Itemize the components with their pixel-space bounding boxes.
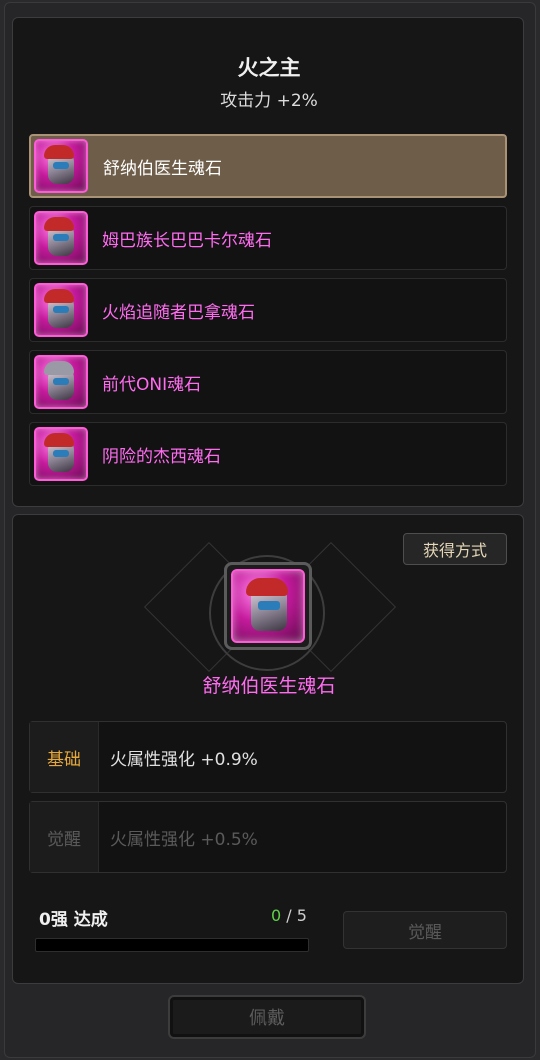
progress-max: 5 <box>296 906 307 925</box>
progress-separator: / <box>286 906 292 925</box>
soulstone-portrait-icon <box>34 139 88 193</box>
enhance-progress-bar <box>35 938 309 952</box>
soulstone-item-3[interactable]: 火焰追随者巴拿魂石 <box>29 278 507 342</box>
stat-row-base: 基础 火属性强化 +0.9% <box>29 721 507 793</box>
stat-label-awaken: 觉醒 <box>30 802 99 872</box>
soulstone-name: 舒纳伯医生魂石 <box>103 158 222 179</box>
soulstone-name: 阴险的杰西魂石 <box>102 446 221 467</box>
progress-current: 0 <box>271 906 282 925</box>
set-panel: 火之主 攻击力 +2% 舒纳伯医生魂石 姆巴族长巴巴卡尔魂石 火焰追随者巴拿魂石… <box>12 17 524 507</box>
soulstone-name: 姆巴族长巴巴卡尔魂石 <box>102 230 272 251</box>
selected-soulstone-name: 舒纳伯医生魂石 <box>202 675 336 697</box>
soulstone-portrait-icon <box>34 211 88 265</box>
soulstone-item-4[interactable]: 前代ONI魂石 <box>29 350 507 414</box>
soulstone-item-5[interactable]: 阴险的杰西魂石 <box>29 422 507 486</box>
stat-row-awaken: 觉醒 火属性强化 +0.5% <box>29 801 507 873</box>
soulstone-portrait-icon <box>34 427 88 481</box>
set-title: 火之主 <box>237 56 301 80</box>
selected-soulstone-icon <box>231 569 305 643</box>
set-bonus: 攻击力 +2% <box>220 91 318 111</box>
acquire-method-button[interactable]: 获得方式 <box>403 533 507 565</box>
enhance-progress-count: 0 / 5 <box>271 906 307 925</box>
soulstone-name: 前代ONI魂石 <box>102 374 202 395</box>
soulstone-name: 火焰追随者巴拿魂石 <box>102 302 255 323</box>
soulstone-portrait-icon <box>34 283 88 337</box>
stat-text-base: 火属性强化 +0.9% <box>110 749 258 770</box>
soulstone-portrait-icon <box>34 355 88 409</box>
awaken-button[interactable]: 觉醒 <box>343 911 507 949</box>
selected-soulstone-frame <box>224 562 312 650</box>
equip-button[interactable]: 佩戴 <box>168 995 366 1039</box>
soulstone-item-1[interactable]: 舒纳伯医生魂石 <box>29 134 507 198</box>
enhance-progress-title: 0强 达成 <box>39 910 108 930</box>
soulstone-item-2[interactable]: 姆巴族长巴巴卡尔魂石 <box>29 206 507 270</box>
stat-text-awaken: 火属性强化 +0.5% <box>110 829 258 850</box>
stat-label-base: 基础 <box>30 722 99 792</box>
soulstone-detail-panel: 获得方式 舒纳伯医生魂石 基础 火属性强化 +0.9% 觉醒 火属性强化 +0.… <box>12 514 524 984</box>
